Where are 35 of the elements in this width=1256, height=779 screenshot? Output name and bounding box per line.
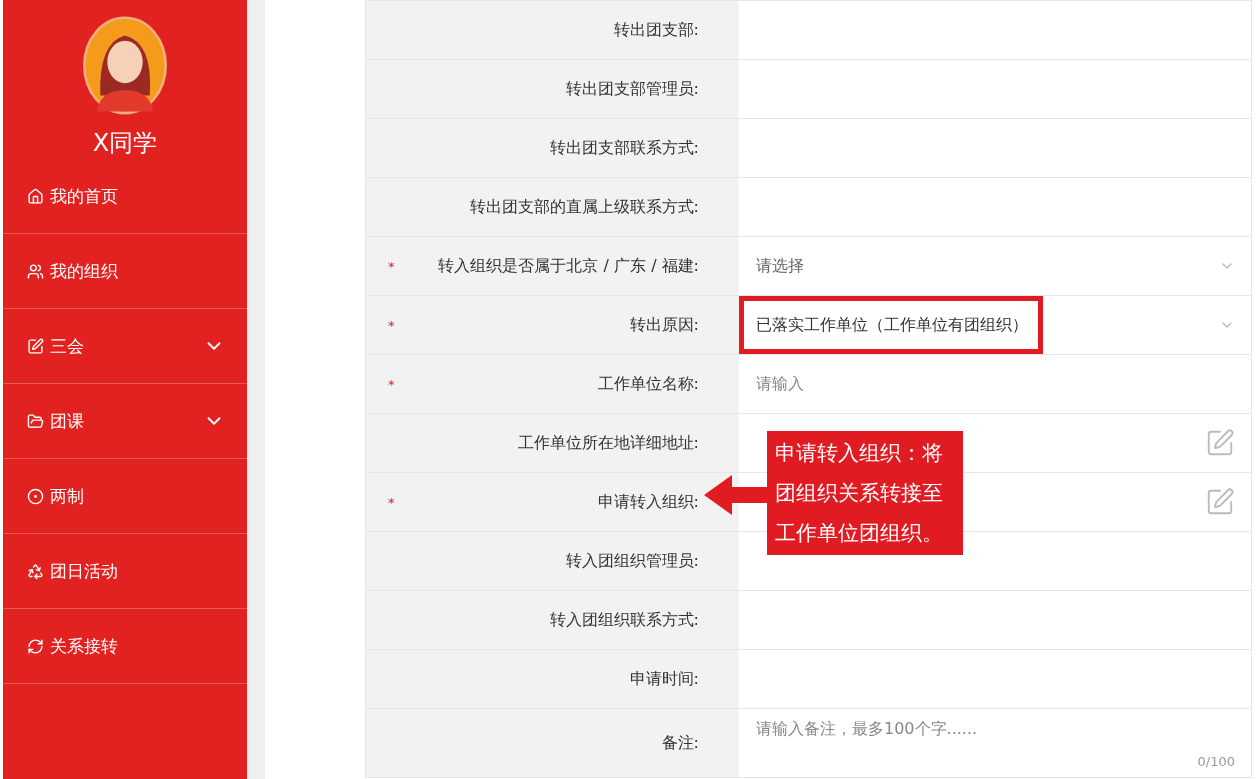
field-label: 申请转入组织:	[597, 491, 699, 513]
field-label: 备注:	[661, 732, 699, 754]
pointer-arrow	[704, 475, 767, 515]
edit-icon[interactable]	[1205, 487, 1235, 517]
field-label: 转出原因:	[629, 314, 699, 336]
required-mark: *	[388, 258, 395, 274]
field-label: 转出团支部联系方式:	[549, 137, 699, 159]
field-label: 转出团支部管理员:	[565, 78, 699, 100]
required-mark: *	[388, 317, 395, 333]
field-label: 工作单位所在地详细地址:	[517, 432, 699, 454]
field-label: 转入组织是否属于北京 / 广东 / 福建:	[438, 255, 699, 277]
edit-icon	[27, 337, 44, 355]
callout-note: 申请转入组织：将 团组织关系转接至 工作单位团组织。	[767, 431, 963, 555]
highlight-frame: 已落实工作单位（工作单位有团组织）	[739, 296, 1043, 354]
edit-icon[interactable]	[1205, 428, 1235, 458]
field-label: 转出团支部:	[613, 19, 699, 41]
field-label: 转出团支部的直属上级联系方式:	[469, 196, 699, 218]
home-icon	[27, 187, 44, 205]
field-label: 工作单位名称:	[597, 373, 699, 395]
required-mark: *	[388, 494, 395, 510]
required-mark: *	[388, 376, 395, 392]
field-label: 转入团组织联系方式:	[549, 609, 699, 631]
target-icon	[27, 487, 44, 505]
user-name: X同学	[92, 128, 158, 159]
char-counter: 0/100	[1197, 754, 1235, 769]
select-field[interactable]: 请选择	[739, 237, 1251, 295]
remark-field[interactable]: 请输入备注，最多100个字...... 0/100	[739, 709, 1251, 777]
field-label: 申请时间:	[629, 668, 699, 690]
recycle-icon	[27, 562, 44, 580]
field-label: 转入团组织管理员:	[565, 550, 699, 572]
folder-icon	[27, 412, 44, 430]
select-field[interactable]: 已落实工作单位（工作单位有团组织）	[739, 296, 1251, 354]
input-field[interactable]: 请输入	[739, 355, 1251, 413]
refresh-icon	[27, 637, 44, 655]
users-icon	[27, 262, 44, 280]
